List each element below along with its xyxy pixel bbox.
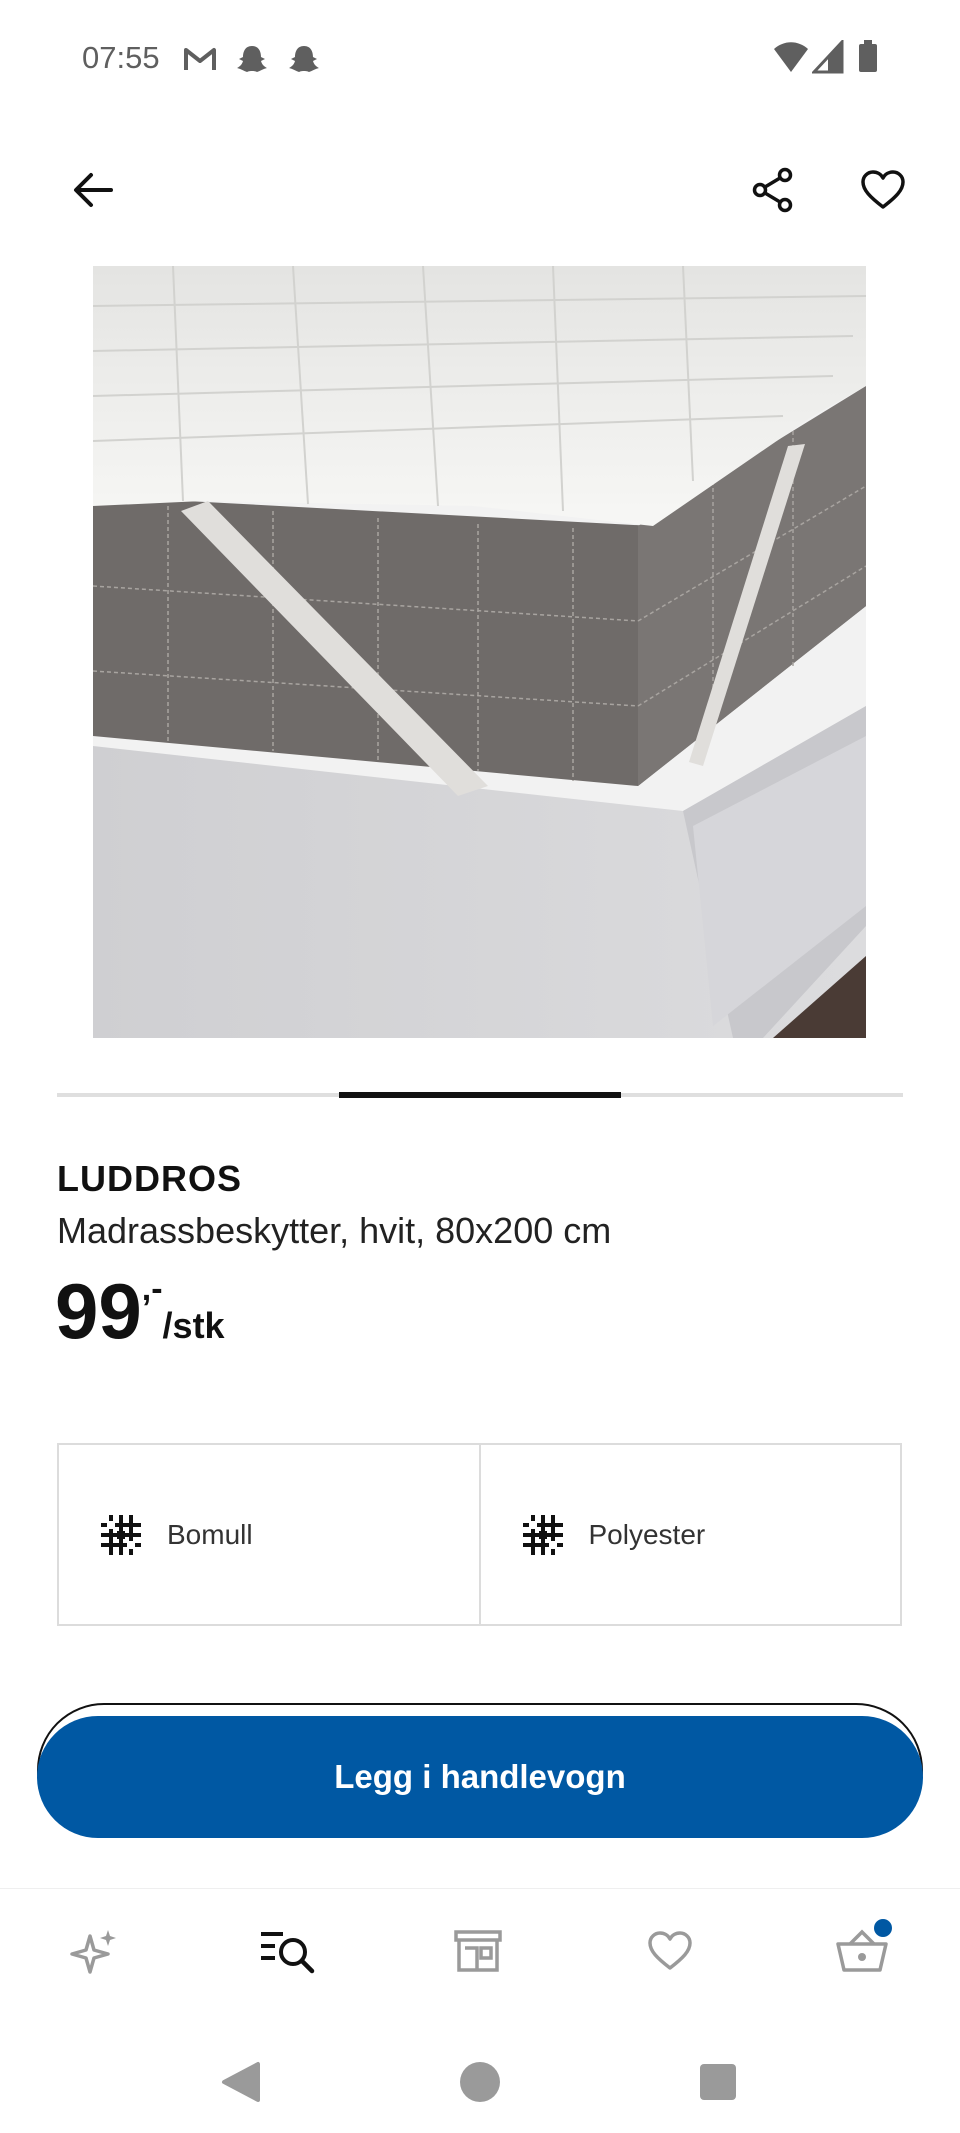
carousel-indicator <box>57 1092 903 1098</box>
price-unit: /stk <box>162 1305 225 1346</box>
back-button[interactable] <box>58 155 128 225</box>
fabric-weave-icon <box>522 1514 563 1555</box>
favorite-button[interactable] <box>848 155 918 225</box>
heart-icon <box>648 1931 692 1970</box>
status-bar: 07:55 <box>0 0 960 120</box>
store-icon <box>454 1930 502 1972</box>
product-image[interactable] <box>93 266 866 1038</box>
materials-box: Bomull Polyester <box>57 1443 902 1626</box>
nav-search[interactable] <box>247 1911 327 1991</box>
triangle-back-icon <box>222 2062 260 2102</box>
arrow-left-icon <box>74 173 113 207</box>
system-navigation-bar <box>0 2024 960 2133</box>
share-button[interactable] <box>738 155 808 225</box>
material-label: Polyester <box>588 1518 706 1550</box>
snapchat-icon <box>289 46 319 72</box>
carousel-indicator-active <box>339 1092 621 1098</box>
product-name: LUDDROS <box>57 1158 242 1199</box>
system-recents-button[interactable] <box>688 2052 748 2112</box>
share-icon <box>752 167 793 213</box>
mattress-protector-illustration <box>93 266 866 1038</box>
price-decimal: ,- <box>141 1270 163 1308</box>
nav-cart[interactable] <box>822 1911 902 1991</box>
bottom-navigation <box>0 1888 960 2025</box>
nav-favorites[interactable] <box>630 1911 710 1991</box>
system-back-button[interactable] <box>210 2052 270 2112</box>
heart-icon <box>861 170 905 209</box>
fabric-weave-icon <box>101 1514 141 1555</box>
nav-stores[interactable] <box>438 1911 518 1991</box>
price-integer: 99 <box>55 1267 142 1355</box>
product-description: Madrassbeskytter, hvit, 80x200 cm <box>57 1210 612 1251</box>
circle-home-icon <box>460 2062 500 2102</box>
cart-badge <box>874 1919 892 1937</box>
snapchat-icon <box>237 46 267 72</box>
search-list-icon <box>261 1932 315 1974</box>
top-app-bar <box>0 150 960 230</box>
square-recents-icon <box>700 2064 736 2100</box>
material-item[interactable]: Polyester <box>478 1445 901 1624</box>
material-label: Bomull <box>167 1518 253 1550</box>
gmail-icon <box>184 48 216 70</box>
material-item[interactable]: Bomull <box>59 1445 479 1624</box>
nav-inspiration[interactable] <box>55 1911 135 1991</box>
system-home-button[interactable] <box>450 2052 510 2112</box>
add-to-cart-button[interactable]: Legg i handlevogn <box>37 1716 923 1838</box>
signal-icon <box>812 40 844 74</box>
battery-icon <box>859 40 877 72</box>
product-price: 99,-/stk <box>55 1270 225 1350</box>
wifi-icon <box>774 42 808 72</box>
status-time: 07:55 <box>82 40 160 75</box>
sparkle-icon <box>70 1930 116 1974</box>
